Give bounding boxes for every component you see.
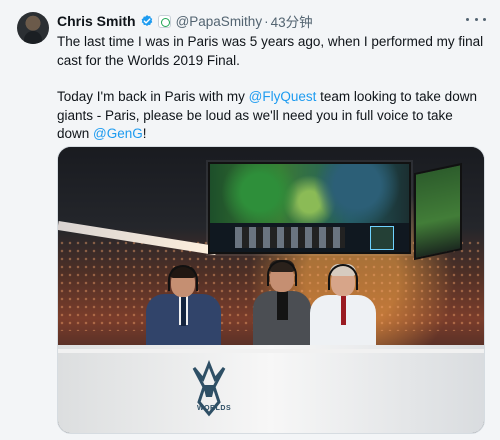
game-screen — [210, 164, 409, 227]
caster-shirt — [277, 291, 288, 320]
mention-geng-link[interactable]: @GenG — [93, 126, 143, 141]
desk-edge — [58, 349, 484, 353]
headset-icon — [328, 264, 358, 290]
more-options-icon[interactable] — [466, 12, 486, 26]
tweet-text-part: Today I'm back in Paris with my — [57, 89, 249, 104]
mention-flyquest-link[interactable]: @FlyQuest — [249, 89, 317, 104]
more-dot-icon — [466, 17, 469, 21]
tweet-paragraph-2: Today I'm back in Paris with my @FlyQues… — [57, 88, 487, 144]
logo-text: WORLDS — [197, 405, 232, 412]
caster-tie — [181, 297, 186, 326]
headset-icon — [267, 260, 297, 286]
tweet-paragraph-1: The last time I was in Paris was 5 years… — [57, 34, 484, 68]
profile-avatar[interactable] — [17, 12, 49, 44]
tweet[interactable]: Chris Smith @PapaSmithy · 43分钟 The last … — [0, 0, 500, 440]
tweet-timestamp[interactable]: 43分钟 — [271, 11, 313, 31]
headset-icon — [168, 265, 198, 291]
verified-badge-icon — [141, 15, 152, 27]
author-handle[interactable]: @PapaSmithy — [176, 14, 263, 29]
caster-person — [146, 256, 221, 357]
author-name[interactable]: Chris Smith — [57, 13, 136, 29]
tweet-header: Chris Smith @PapaSmithy · 43分钟 — [57, 12, 313, 30]
tweet-photo[interactable]: WORLDS — [57, 146, 485, 434]
caster-person — [310, 257, 376, 356]
affiliation-badge-icon — [157, 14, 171, 28]
more-dot-icon — [474, 17, 478, 21]
broadcast-desk — [58, 345, 484, 433]
separator-dot: · — [264, 13, 269, 29]
jumbotron-screen — [208, 162, 411, 254]
tweet-text: The last time I was in Paris was 5 years… — [57, 33, 487, 144]
game-hud — [210, 223, 409, 252]
caster-tie — [341, 296, 346, 325]
more-dot-icon — [483, 17, 486, 21]
side-screen — [414, 162, 462, 261]
caster-person — [253, 251, 311, 356]
tweet-text-part: ! — [142, 126, 147, 141]
